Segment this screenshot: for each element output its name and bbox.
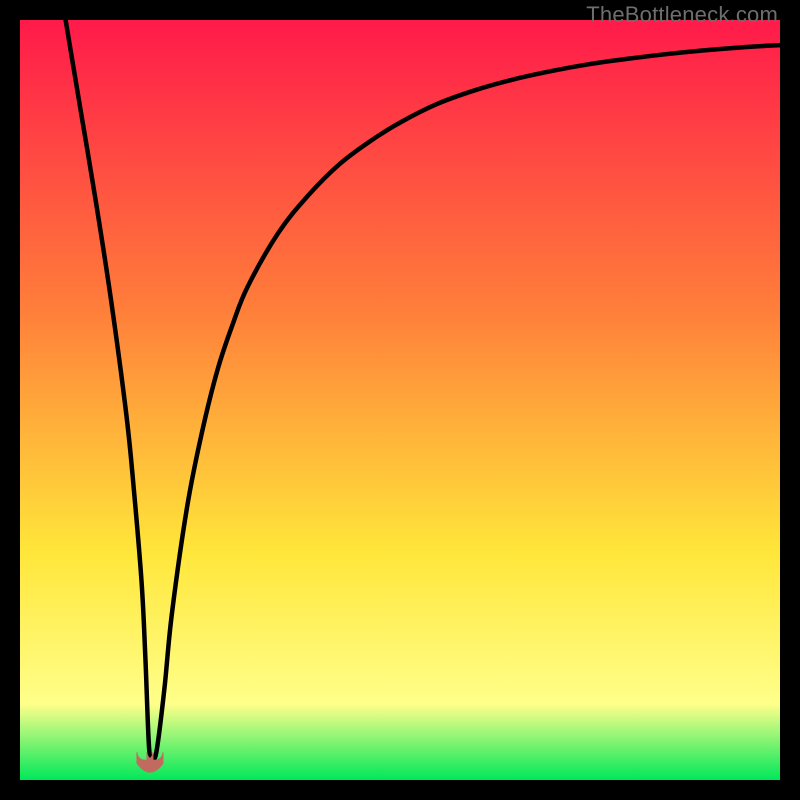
chart-plot-area bbox=[20, 20, 780, 780]
gradient-background bbox=[20, 20, 780, 780]
watermark-text: TheBottleneck.com bbox=[586, 2, 778, 28]
bottleneck-chart bbox=[20, 20, 780, 780]
